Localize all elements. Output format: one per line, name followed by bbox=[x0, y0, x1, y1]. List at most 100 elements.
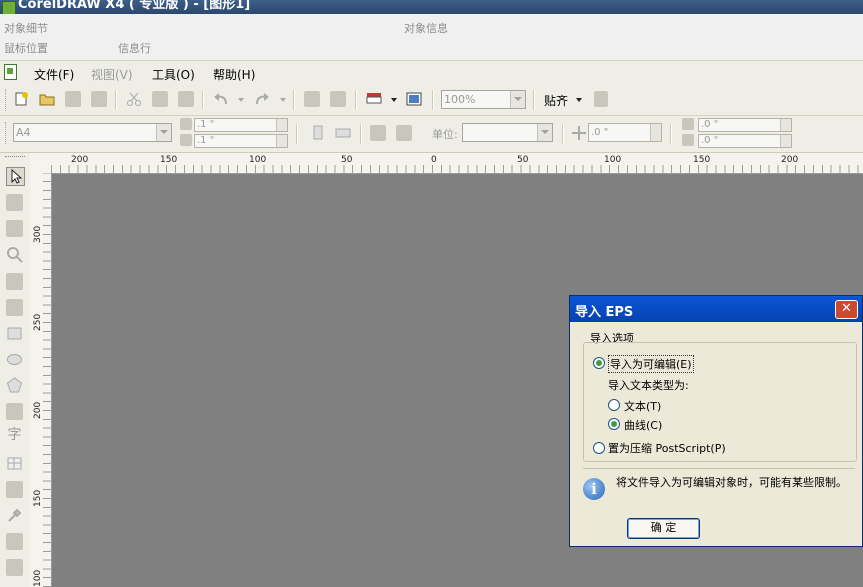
object-info-label: 对象信息 bbox=[404, 22, 448, 35]
text-type-text-label[interactable]: 文本(T) bbox=[624, 398, 661, 414]
toolbar-separator bbox=[115, 90, 117, 110]
chevron-down-icon[interactable] bbox=[537, 124, 552, 141]
menu-help[interactable]: 帮助(H) bbox=[213, 66, 255, 83]
units-combo[interactable] bbox=[462, 123, 553, 142]
paste-icon[interactable] bbox=[178, 91, 194, 107]
landscape-icon[interactable] bbox=[335, 125, 351, 141]
basic-shapes-tool-icon[interactable] bbox=[6, 403, 23, 420]
toolbar-separator bbox=[296, 124, 298, 144]
text-tool-icon[interactable]: 字 bbox=[6, 427, 23, 444]
zoom-tool-icon[interactable] bbox=[6, 246, 23, 263]
outline-tool-icon[interactable] bbox=[6, 533, 23, 550]
crop-tool-icon[interactable] bbox=[6, 220, 23, 237]
zoom-level-combo[interactable]: 100% bbox=[441, 90, 526, 109]
duplicate-y-value: .0 " bbox=[701, 135, 719, 146]
rectangle-tool-icon[interactable] bbox=[6, 325, 23, 342]
redo-dropdown-icon[interactable] bbox=[278, 91, 288, 107]
cut-icon[interactable] bbox=[126, 91, 142, 107]
close-icon[interactable]: ✕ bbox=[835, 300, 858, 319]
nudge-field[interactable]: .0 " bbox=[588, 123, 662, 142]
undo-icon[interactable] bbox=[213, 91, 229, 107]
page-height-field[interactable]: .1 " bbox=[194, 134, 288, 148]
spin-arrows-icon[interactable] bbox=[780, 135, 791, 147]
toolbar-separator bbox=[533, 90, 535, 110]
eyedropper-tool-icon[interactable] bbox=[6, 507, 23, 524]
save-icon[interactable] bbox=[65, 91, 81, 107]
editable-radio-label[interactable]: 导入为可编辑(E) bbox=[608, 355, 694, 373]
redo-icon[interactable] bbox=[254, 91, 270, 107]
ellipse-tool-icon[interactable] bbox=[6, 351, 23, 368]
undo-dropdown-icon[interactable] bbox=[236, 91, 246, 107]
ruler-tick-label: 50 bbox=[517, 155, 529, 165]
copy-icon[interactable] bbox=[152, 91, 168, 107]
toolbox-grip[interactable] bbox=[5, 156, 25, 159]
polygon-tool-icon[interactable] bbox=[6, 377, 23, 394]
units-label: 单位: bbox=[432, 128, 458, 141]
info-icon: i bbox=[583, 478, 605, 500]
snap-dropdown-icon[interactable] bbox=[574, 91, 584, 107]
chevron-down-icon[interactable] bbox=[156, 124, 171, 141]
table-tool-icon[interactable] bbox=[6, 455, 23, 472]
import-icon[interactable] bbox=[304, 91, 320, 107]
all-pages-icon[interactable] bbox=[370, 125, 386, 141]
text-type-text-radio[interactable] bbox=[608, 399, 620, 411]
window-title-bar: CorelDRAW X4 ( 专业版 ) - [图形1] bbox=[0, 0, 863, 14]
document-icon[interactable] bbox=[4, 64, 17, 80]
paper-size-combo[interactable]: A4 bbox=[13, 123, 172, 142]
fill-tool-icon[interactable] bbox=[6, 559, 23, 576]
postscript-radio[interactable] bbox=[593, 442, 605, 454]
options-icon[interactable] bbox=[594, 91, 608, 107]
application-launcher-icon[interactable] bbox=[366, 91, 382, 107]
duplicate-x-field[interactable]: .0 " bbox=[698, 118, 792, 132]
horizontal-ruler[interactable]: 200 150 100 50 0 50 100 150 200 bbox=[51, 153, 863, 174]
ok-button[interactable]: 确 定 bbox=[627, 518, 700, 539]
launcher-dropdown-icon[interactable] bbox=[389, 91, 399, 107]
toolbar-separator bbox=[293, 90, 295, 110]
height-icon bbox=[180, 134, 192, 146]
vertical-ruler[interactable]: 300 250 200 150 100 bbox=[30, 173, 52, 587]
page-width-field[interactable]: .1 " bbox=[194, 118, 288, 132]
menu-file[interactable]: 文件(F) bbox=[34, 66, 74, 83]
ruler-tick-label: 150 bbox=[33, 489, 43, 507]
shape-tool-icon[interactable] bbox=[6, 194, 23, 211]
export-icon[interactable] bbox=[330, 91, 346, 107]
spin-arrows-icon[interactable] bbox=[780, 119, 791, 131]
interactive-blend-tool-icon[interactable] bbox=[6, 481, 23, 498]
ruler-origin-corner[interactable] bbox=[30, 153, 52, 174]
ruler-tick-label: 100 bbox=[33, 569, 43, 587]
spin-arrows-icon[interactable] bbox=[276, 119, 287, 131]
ruler-tick-label: 50 bbox=[341, 155, 353, 165]
open-folder-icon[interactable] bbox=[39, 91, 55, 107]
smart-fill-tool-icon[interactable] bbox=[6, 299, 23, 316]
text-type-curves-label[interactable]: 曲线(C) bbox=[624, 417, 662, 433]
print-icon[interactable] bbox=[91, 91, 107, 107]
chevron-down-icon[interactable] bbox=[510, 91, 525, 108]
import-eps-dialog: 导入 EPS ✕ 导入选项 导入为可编辑(E) 导入文本类型为: 文本(T) 曲… bbox=[569, 295, 863, 547]
object-details-label: 对象细节 bbox=[4, 22, 48, 35]
duplicate-y-field[interactable]: .0 " bbox=[698, 134, 792, 148]
editable-radio[interactable] bbox=[593, 357, 605, 369]
welcome-screen-icon[interactable] bbox=[406, 91, 422, 107]
app-icon bbox=[2, 1, 16, 14]
postscript-radio-label[interactable]: 置为压缩 PostScript(P) bbox=[608, 440, 726, 456]
menu-view[interactable]: 视图(V) bbox=[91, 66, 133, 83]
spin-arrows-icon[interactable] bbox=[276, 135, 287, 147]
zoom-level-value: 100% bbox=[444, 93, 476, 106]
toolbox: 字 bbox=[0, 153, 31, 587]
menu-tools[interactable]: 工具(O) bbox=[152, 66, 195, 83]
toolbar-grip[interactable] bbox=[5, 122, 9, 144]
ruler-tick-label: 0 bbox=[431, 155, 437, 165]
window-title: CorelDRAW X4 ( 专业版 ) - [图形1] bbox=[18, 0, 251, 12]
property-bar: A4 .1 " .1 " 单位: .0 " .0 " .0 " bbox=[0, 116, 863, 153]
current-page-icon[interactable] bbox=[396, 125, 412, 141]
dialog-title-bar[interactable]: 导入 EPS ✕ bbox=[570, 296, 862, 322]
new-document-icon[interactable] bbox=[13, 91, 29, 107]
snap-to-button[interactable]: 贴齐 bbox=[544, 92, 568, 109]
freehand-tool-icon[interactable] bbox=[6, 273, 23, 290]
spin-arrows-icon[interactable] bbox=[650, 124, 661, 141]
pick-tool-icon[interactable] bbox=[6, 167, 25, 186]
page-height-value: .1 " bbox=[197, 135, 215, 146]
text-type-curves-radio[interactable] bbox=[608, 418, 620, 430]
portrait-icon[interactable] bbox=[310, 125, 326, 141]
toolbar-grip[interactable] bbox=[5, 89, 9, 111]
